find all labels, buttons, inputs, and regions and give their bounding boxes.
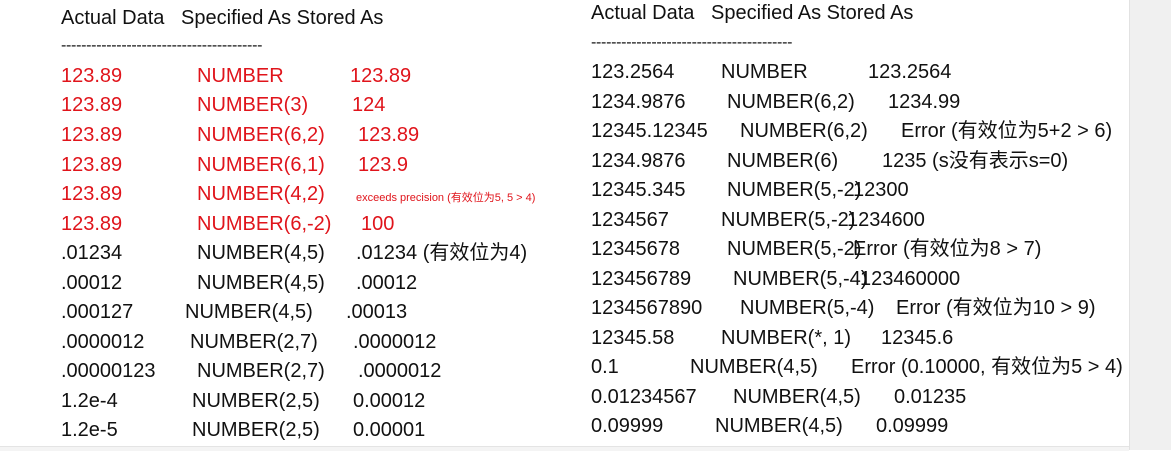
left-row-6-spec: NUMBER(4,5) bbox=[197, 242, 325, 264]
right-row-4-stored: 12300 bbox=[853, 179, 909, 201]
left-row-12-stored: 0.00001 bbox=[353, 419, 426, 441]
left-row-4-actual: 123.89 bbox=[61, 183, 123, 205]
left-row-3-spec: NUMBER(6,1) bbox=[197, 154, 325, 176]
left-row-8-actual: .000127 bbox=[61, 301, 134, 323]
right-row-3-spec: NUMBER(6) bbox=[727, 150, 839, 172]
left-row-0-stored: 123.89 bbox=[350, 65, 412, 87]
left-row-7-actual: .00012 bbox=[61, 272, 123, 294]
left-row-9-spec: NUMBER(2,7) bbox=[190, 331, 318, 353]
right-row-9-actual: 12345.58 bbox=[591, 327, 675, 349]
left-rule: ---------------------------------------- bbox=[61, 37, 263, 54]
right-row-4-spec: NUMBER(5,-2) bbox=[727, 179, 862, 201]
left-row-2-stored: 123.89 bbox=[358, 124, 420, 146]
left-row-3-stored: 123.9 bbox=[358, 154, 409, 176]
left-row-9-actual: .0000012 bbox=[61, 331, 145, 353]
left-row-1-actual: 123.89 bbox=[61, 94, 123, 116]
left-row-7-stored: .00012 bbox=[356, 272, 418, 294]
right-row-8-actual: 1234567890 bbox=[591, 297, 703, 319]
left-row-4-stored: exceeds precision (有效位为5, 5 > 4) bbox=[356, 192, 536, 204]
right-row-6-actual: 12345678 bbox=[591, 238, 680, 260]
left-row-1-stored: 124 bbox=[352, 94, 386, 116]
right-row-8-stored: Error (有效位为10 > 9) bbox=[896, 297, 1096, 319]
right-row-7-spec: NUMBER(5,-4) bbox=[733, 268, 868, 290]
left-row-11-actual: 1.2e-4 bbox=[61, 390, 118, 412]
right-row-0-actual: 123.2564 bbox=[591, 61, 675, 83]
left-row-6-actual: .01234 bbox=[61, 242, 123, 264]
left-header: Actual Data Specified As Stored As bbox=[61, 7, 384, 29]
right-row-12-spec: NUMBER(4,5) bbox=[715, 415, 843, 437]
left-row-5-actual: 123.89 bbox=[61, 213, 123, 235]
right-row-6-spec: NUMBER(5,-2) bbox=[727, 238, 862, 260]
left-row-0-spec: NUMBER bbox=[197, 65, 284, 87]
right-row-2-stored: Error (有效位为5+2 > 6) bbox=[901, 120, 1113, 142]
right-row-9-stored: 12345.6 bbox=[881, 327, 954, 349]
right-row-0-spec: NUMBER bbox=[721, 61, 808, 83]
right-row-1-actual: 1234.9876 bbox=[591, 91, 686, 113]
left-row-4-spec: NUMBER(4,2) bbox=[197, 183, 325, 205]
left-row-5-stored: 100 bbox=[361, 213, 395, 235]
right-row-7-actual: 123456789 bbox=[591, 268, 692, 290]
right-row-0-stored: 123.2564 bbox=[868, 61, 952, 83]
right-row-10-stored: Error (0.10000, 有效位为5 > 4) bbox=[851, 356, 1123, 378]
right-row-1-spec: NUMBER(6,2) bbox=[727, 91, 855, 113]
right-row-2-actual: 12345.12345 bbox=[591, 120, 708, 142]
right-row-11-actual: 0.01234567 bbox=[591, 386, 697, 408]
left-row-7-spec: NUMBER(4,5) bbox=[197, 272, 325, 294]
vertical-scrollbar[interactable] bbox=[1129, 0, 1171, 450]
right-row-8-spec: NUMBER(5,-4) bbox=[740, 297, 875, 319]
right-row-5-actual: 1234567 bbox=[591, 209, 669, 231]
left-row-3-actual: 123.89 bbox=[61, 154, 123, 176]
right-row-3-actual: 1234.9876 bbox=[591, 150, 686, 172]
left-row-11-stored: 0.00012 bbox=[353, 390, 426, 412]
left-row-0-actual: 123.89 bbox=[61, 65, 123, 87]
right-row-3-stored: 1235 (s没有表示s=0) bbox=[882, 150, 1069, 172]
left-row-11-spec: NUMBER(2,5) bbox=[192, 390, 320, 412]
right-row-11-spec: NUMBER(4,5) bbox=[733, 386, 861, 408]
left-row-1-spec: NUMBER(3) bbox=[197, 94, 309, 116]
right-row-9-spec: NUMBER(*, 1) bbox=[721, 327, 852, 349]
right-row-7-stored: 123460000 bbox=[860, 268, 961, 290]
right-header: Actual Data Specified As Stored As bbox=[591, 2, 914, 24]
right-row-5-stored: 1234600 bbox=[847, 209, 925, 231]
right-row-2-spec: NUMBER(6,2) bbox=[740, 120, 868, 142]
right-row-12-actual: 0.09999 bbox=[591, 415, 664, 437]
left-row-10-stored: .0000012 bbox=[358, 360, 442, 382]
left-row-9-stored: .0000012 bbox=[353, 331, 437, 353]
right-row-10-actual: 0.1 bbox=[591, 356, 619, 378]
right-row-6-stored: Error (有效位为8 > 7) bbox=[853, 238, 1042, 260]
right-rule: ---------------------------------------- bbox=[591, 34, 793, 51]
right-row-4-actual: 12345.345 bbox=[591, 179, 686, 201]
right-row-11-stored: 0.01235 bbox=[894, 386, 967, 408]
right-row-10-spec: NUMBER(4,5) bbox=[690, 356, 818, 378]
left-row-10-actual: .00000123 bbox=[61, 360, 156, 382]
left-row-12-spec: NUMBER(2,5) bbox=[192, 419, 320, 441]
right-row-12-stored: 0.09999 bbox=[876, 415, 949, 437]
left-row-12-actual: 1.2e-5 bbox=[61, 419, 118, 441]
left-row-2-spec: NUMBER(6,2) bbox=[197, 124, 325, 146]
left-row-5-spec: NUMBER(6,-2) bbox=[197, 213, 332, 235]
left-row-8-spec: NUMBER(4,5) bbox=[185, 301, 313, 323]
left-row-6-stored: .01234 (有效位为4) bbox=[356, 242, 528, 264]
right-row-5-spec: NUMBER(5,-2) bbox=[721, 209, 856, 231]
right-row-1-stored: 1234.99 bbox=[888, 91, 961, 113]
page-bottom-edge bbox=[0, 446, 1129, 451]
left-row-10-spec: NUMBER(2,7) bbox=[197, 360, 325, 382]
left-row-8-stored: .00013 bbox=[346, 301, 408, 323]
left-row-2-actual: 123.89 bbox=[61, 124, 123, 146]
